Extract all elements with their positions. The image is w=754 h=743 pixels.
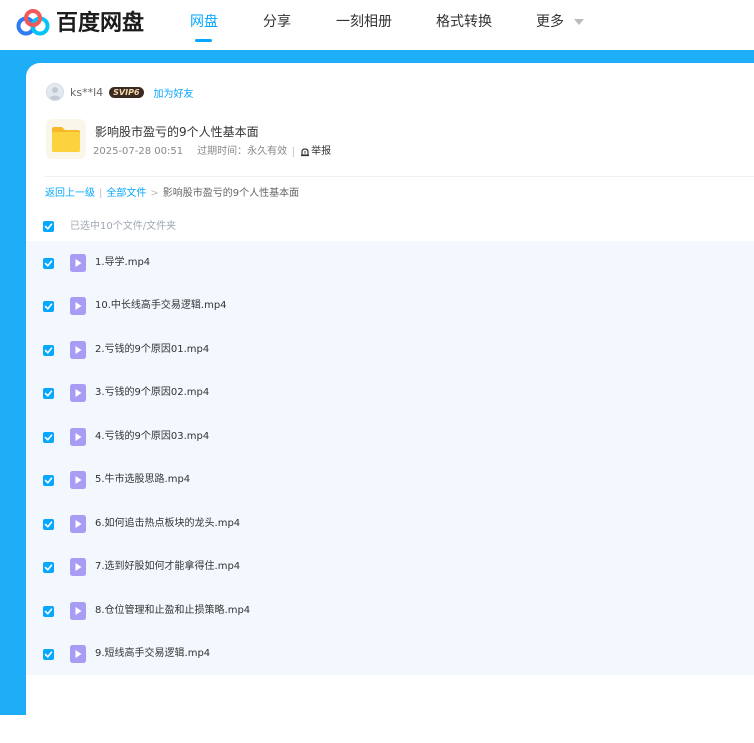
breadcrumb-separator: | bbox=[99, 188, 103, 199]
breadcrumb-chevron-icon: > bbox=[150, 188, 159, 199]
file-checkbox[interactable] bbox=[43, 388, 54, 399]
breadcrumb-back[interactable]: 返回上一级 bbox=[45, 187, 95, 201]
nav-netdisk[interactable]: 网盘 bbox=[190, 12, 218, 32]
report-icon bbox=[301, 148, 310, 157]
user-avatar-icon bbox=[49, 87, 61, 100]
checkmark-icon bbox=[44, 521, 53, 528]
report-button[interactable]: 举报 bbox=[300, 145, 331, 159]
file-checkbox[interactable] bbox=[43, 562, 54, 573]
file-row[interactable]: 1.导学.mp4 bbox=[26, 241, 754, 285]
checkmark-icon bbox=[44, 390, 53, 397]
checkmark-icon bbox=[44, 260, 53, 267]
add-friend-link[interactable]: 加为好友 bbox=[154, 85, 194, 100]
file-name[interactable]: 5.牛市选股思路.mp4 bbox=[95, 473, 190, 487]
file-name[interactable]: 9.短线高手交易逻辑.mp4 bbox=[95, 647, 210, 661]
video-file-icon bbox=[70, 341, 86, 359]
video-file-icon bbox=[70, 515, 86, 533]
file-list: 1.导学.mp4 10.中长线高手交易逻辑.mp4 2.亏钱的9个原因01.mp4 3… bbox=[26, 241, 754, 675]
checkmark-icon bbox=[44, 347, 53, 354]
file-name[interactable]: 3.亏钱的9个原因02.mp4 bbox=[95, 386, 209, 400]
nav-active-indicator bbox=[195, 39, 212, 42]
top-navigation: 百度网盘 网盘 分享 一刻相册 格式转换 更多 bbox=[0, 0, 754, 50]
file-name[interactable]: 6.如何追击热点板块的龙头.mp4 bbox=[95, 517, 240, 531]
file-name[interactable]: 8.仓位管理和止盈和止损策略.mp4 bbox=[95, 604, 250, 618]
meta-divider bbox=[293, 147, 295, 157]
folder-icon bbox=[52, 127, 80, 152]
file-row[interactable]: 9.短线高手交易逻辑.mp4 bbox=[26, 632, 754, 676]
report-label: 举报 bbox=[311, 146, 332, 157]
sharer-info: ks**l4 SVIP6 加为好友 bbox=[46, 83, 194, 101]
file-name[interactable]: 10.中长线高手交易逻辑.mp4 bbox=[95, 299, 227, 313]
file-name[interactable]: 4.亏钱的9个原因03.mp4 bbox=[95, 430, 209, 444]
file-checkbox[interactable] bbox=[43, 519, 54, 530]
file-row[interactable]: 4.亏钱的9个原因03.mp4 bbox=[26, 415, 754, 459]
file-checkbox[interactable] bbox=[43, 258, 54, 269]
chevron-down-icon bbox=[574, 19, 585, 25]
nav-more-label: 更多 bbox=[536, 14, 564, 30]
svip-badge: SVIP6 bbox=[109, 86, 144, 98]
nav-share[interactable]: 分享 bbox=[263, 12, 291, 32]
file-checkbox[interactable] bbox=[43, 649, 54, 660]
share-date: 2025-07-28 00:51 bbox=[93, 146, 184, 157]
file-row[interactable]: 7.选到好股如何才能拿得住.mp4 bbox=[26, 545, 754, 589]
divider bbox=[44, 176, 754, 177]
nav-format-convert[interactable]: 格式转换 bbox=[436, 12, 492, 32]
video-file-icon bbox=[70, 645, 86, 663]
video-file-icon bbox=[70, 602, 86, 620]
share-folder-thumbnail bbox=[46, 119, 86, 159]
baidu-netdisk-logo-icon bbox=[16, 9, 50, 36]
file-row[interactable]: 8.仓位管理和止盈和止损策略.mp4 bbox=[26, 589, 754, 633]
nav-more[interactable]: 更多 bbox=[536, 12, 585, 32]
checkmark-icon bbox=[44, 651, 53, 658]
selection-count: 已选中10个文件/文件夹 bbox=[70, 221, 177, 232]
file-checkbox[interactable] bbox=[43, 301, 54, 312]
share-title: 影响股市盈亏的9个人性基本面 bbox=[95, 125, 259, 139]
video-file-icon bbox=[70, 254, 86, 272]
video-file-icon bbox=[70, 297, 86, 315]
share-meta: 2025-07-28 00:51 过期时间：永久有效 举报 bbox=[93, 145, 331, 159]
breadcrumb-current: 影响股市盈亏的9个人性基本面 bbox=[162, 188, 300, 199]
video-file-icon bbox=[70, 558, 86, 576]
file-name[interactable]: 1.导学.mp4 bbox=[95, 256, 150, 270]
nav-photo-album[interactable]: 一刻相册 bbox=[336, 12, 392, 32]
checkmark-icon bbox=[44, 564, 53, 571]
share-expiry: 过期时间：永久有效 bbox=[197, 146, 288, 157]
video-file-icon bbox=[70, 471, 86, 489]
file-row[interactable]: 10.中长线高手交易逻辑.mp4 bbox=[26, 284, 754, 328]
sharer-name[interactable]: ks**l4 bbox=[70, 86, 103, 99]
logo[interactable]: 百度网盘 bbox=[16, 8, 144, 40]
logo-text: 百度网盘 bbox=[56, 11, 145, 36]
file-checkbox[interactable] bbox=[43, 432, 54, 443]
file-checkbox[interactable] bbox=[43, 606, 54, 617]
checkmark-icon bbox=[44, 223, 53, 230]
file-row[interactable]: 5.牛市选股思路.mp4 bbox=[26, 458, 754, 502]
file-row[interactable]: 3.亏钱的9个原因02.mp4 bbox=[26, 371, 754, 415]
video-file-icon bbox=[70, 428, 86, 446]
breadcrumb-all-files[interactable]: 全部文件 bbox=[106, 187, 146, 201]
checkmark-icon bbox=[44, 303, 53, 310]
file-checkbox[interactable] bbox=[43, 475, 54, 486]
checkmark-icon bbox=[44, 477, 53, 484]
file-name[interactable]: 7.选到好股如何才能拿得住.mp4 bbox=[95, 560, 240, 574]
avatar[interactable] bbox=[46, 83, 64, 101]
select-all-checkbox[interactable] bbox=[43, 221, 54, 232]
file-name[interactable]: 2.亏钱的9个原因01.mp4 bbox=[95, 343, 209, 357]
checkmark-icon bbox=[44, 608, 53, 615]
file-row[interactable]: 6.如何追击热点板块的龙头.mp4 bbox=[26, 502, 754, 546]
breadcrumb: 返回上一级 | 全部文件 > 影响股市盈亏的9个人性基本面 bbox=[45, 187, 299, 201]
file-checkbox[interactable] bbox=[43, 345, 54, 356]
checkmark-icon bbox=[44, 434, 53, 441]
file-row[interactable]: 2.亏钱的9个原因01.mp4 bbox=[26, 328, 754, 372]
video-file-icon bbox=[70, 384, 86, 402]
